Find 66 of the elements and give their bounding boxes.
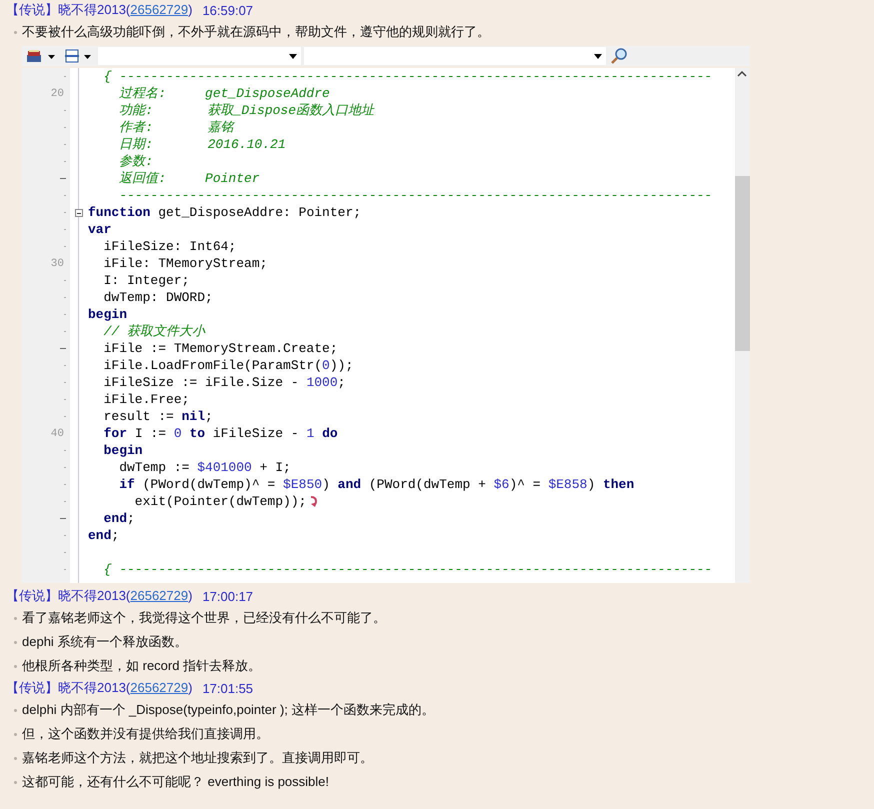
code-line: var bbox=[88, 221, 112, 238]
sender-name: 【传说】晓不得2013(26562729) bbox=[6, 587, 192, 605]
code-line: begin bbox=[102, 442, 143, 459]
dropdown-field[interactable] bbox=[98, 47, 301, 65]
sender-name: 【传说】晓不得2013(26562729) bbox=[6, 1, 192, 19]
code-line: { ---------------------------------------------------------------------------- bbox=[102, 561, 712, 578]
code-editor[interactable] bbox=[22, 68, 750, 583]
line-number: 40 bbox=[50, 428, 65, 440]
code-line: 返回值: Pointer bbox=[118, 170, 260, 187]
bullet-icon bbox=[14, 708, 17, 712]
code-line: iFile: TMemoryStream; bbox=[102, 255, 268, 272]
code-line: I: Integer; bbox=[102, 272, 190, 289]
message-text: dephi 系统有一个释放函数。 bbox=[22, 633, 188, 651]
code-line: // 获取文件大小 bbox=[102, 323, 206, 340]
code-line: iFileSize: Int64; bbox=[102, 238, 236, 255]
line-number: 20 bbox=[50, 88, 65, 100]
bullet-icon bbox=[14, 732, 17, 736]
code-line: { ---------------------------------------------------------------------------- bbox=[102, 68, 712, 85]
sender-name: 【传说】晓不得2013(26562729) bbox=[6, 679, 192, 697]
code-line: iFile.LoadFromFile(ParamStr(0)); bbox=[102, 357, 354, 374]
message-text: delphi 内部有一个 _Dispose(typeinfo,pointer ); 这样一个函数来完成的。 bbox=[22, 701, 435, 719]
scroll-up-icon[interactable] bbox=[737, 70, 747, 77]
code-line: 参数: bbox=[118, 153, 154, 170]
message-text: 看了嘉铭老师这个，我觉得这个世界，已经没有什么不可能了。 bbox=[22, 609, 386, 627]
code-line: begin bbox=[88, 306, 128, 323]
code-line: 过程名: get_DisposeAddre bbox=[118, 85, 330, 102]
code-line: if (PWord(dwTemp)^ = $E850) and (PWord(dwTemp + $6)^ = $E858) then bbox=[118, 476, 634, 493]
bullet-icon bbox=[14, 616, 17, 620]
scrollbar[interactable] bbox=[735, 68, 750, 583]
message-text: 他根所各种类型，如 record 指针去释放。 bbox=[22, 657, 262, 675]
code-line: iFile := TMemoryStream.Create; bbox=[102, 340, 338, 357]
message-time: 16:59:07 bbox=[202, 2, 254, 18]
code-line: result := nil; bbox=[102, 408, 213, 425]
code-line: for I := 0 to iFileSize - 1 do bbox=[102, 425, 338, 442]
code-line: 作者: 嘉铭 bbox=[118, 119, 234, 136]
message-time: 17:01:55 bbox=[202, 680, 254, 696]
message-text: 嘉铭老师这个方法，就把这个地址搜索到了。直接调用即可。 bbox=[22, 749, 373, 767]
bullet-icon bbox=[14, 756, 17, 760]
code-line: iFile.Free; bbox=[102, 391, 190, 408]
message-text: 但，这个函数并没有提供给我们直接调用。 bbox=[22, 725, 269, 743]
code-line: function get_DisposeAddre: Pointer; bbox=[88, 204, 362, 221]
message-time: 17:00:17 bbox=[202, 588, 254, 604]
code-line: dwTemp: DWORD; bbox=[102, 289, 213, 306]
bullet-icon bbox=[14, 30, 17, 34]
bullet-icon bbox=[14, 640, 17, 644]
user-id-link[interactable]: 26562729 bbox=[130, 680, 188, 695]
message-text: 这都可能，还有什么不可能呢？ everthing is possible! bbox=[22, 773, 330, 791]
caret-icon bbox=[289, 54, 297, 58]
code-line: 功能: 获取_Dispose函数入口地址 bbox=[118, 102, 374, 119]
code-line: exit(Pointer(dwTemp)); bbox=[134, 493, 306, 510]
code-line: ---------------------------------------------------------------------------- bbox=[118, 187, 712, 204]
user-id-link[interactable]: 26562729 bbox=[130, 2, 188, 17]
code-line: dwTemp := $401000 + I; bbox=[118, 459, 291, 476]
code-line: iFileSize := iFile.Size - 1000; bbox=[102, 374, 346, 391]
line-number: 30 bbox=[50, 258, 65, 270]
message-text: 不要被什么高级功能吓倒，不外乎就在源码中，帮助文件，遵守他的规则就行了。 bbox=[22, 23, 490, 41]
bullet-icon bbox=[14, 780, 17, 784]
bullet-icon bbox=[14, 664, 17, 668]
collapse-icon[interactable] bbox=[75, 208, 83, 216]
code-line: end; bbox=[88, 527, 120, 544]
code-line: end; bbox=[102, 510, 135, 527]
user-id-link[interactable]: 26562729 bbox=[130, 588, 188, 603]
caret-icon bbox=[594, 54, 602, 58]
code-line: 日期: 2016.10.21 bbox=[118, 136, 286, 153]
dropdown-field[interactable] bbox=[304, 47, 606, 65]
search-icon[interactable] bbox=[610, 47, 628, 65]
